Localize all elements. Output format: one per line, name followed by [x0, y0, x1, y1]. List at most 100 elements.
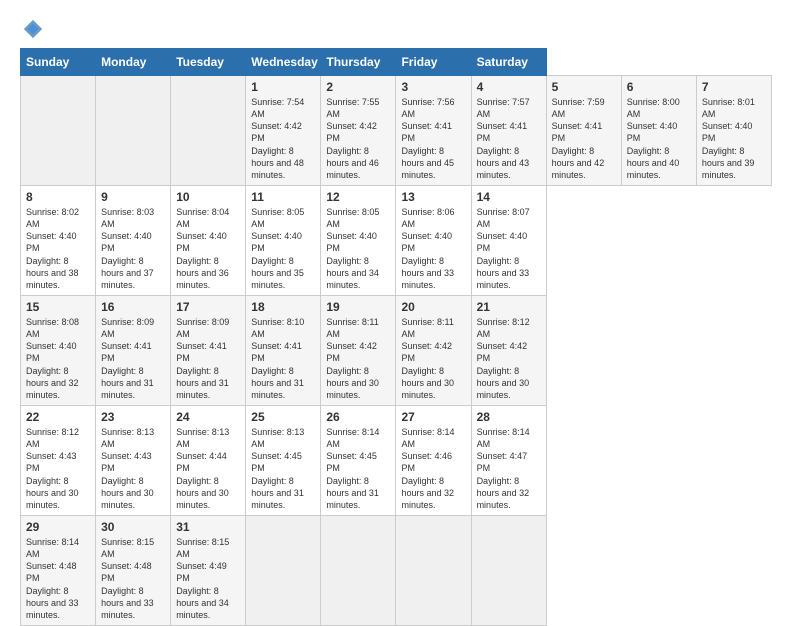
day-cell: 11 Sunrise: 8:05 AMSunset: 4:40 PMDayligh… — [246, 185, 321, 295]
day-number: 13 — [401, 190, 465, 204]
day-cell: 9Sunrise: 8:03 AMSunset: 4:40 PMDaylight… — [96, 185, 171, 295]
day-cell: 1Sunrise: 7:54 AMSunset: 4:42 PMDaylight… — [246, 76, 321, 186]
day-info: Sunrise: 8:13 AMSunset: 4:44 PMDaylight:… — [176, 426, 240, 511]
day-header-tuesday: Tuesday — [171, 49, 246, 76]
calendar-table: SundayMondayTuesdayWednesdayThursdayFrid… — [20, 48, 772, 626]
day-cell: 14 Sunrise: 8:07 AMSunset: 4:40 PMDayligh… — [471, 185, 546, 295]
day-number: 1 — [251, 80, 315, 94]
day-number: 7 — [702, 80, 766, 94]
day-number: 16 — [101, 300, 165, 314]
day-number: 31 — [176, 520, 240, 534]
day-info: Sunrise: 8:11 AMSunset: 4:42 PMDaylight:… — [326, 316, 390, 401]
day-cell: 4Sunrise: 7:57 AMSunset: 4:41 PMDaylight… — [471, 76, 546, 186]
day-cell: 10 Sunrise: 8:04 AMSunset: 4:40 PMDayligh… — [171, 185, 246, 295]
day-number: 24 — [176, 410, 240, 424]
day-info: Sunrise: 7:59 AMSunset: 4:41 PMDaylight:… — [552, 96, 616, 181]
day-info: Sunrise: 8:12 AMSunset: 4:43 PMDaylight:… — [26, 426, 90, 511]
day-cell: 30 Sunrise: 8:15 AMSunset: 4:48 PMDayligh… — [96, 515, 171, 625]
day-info: Sunrise: 8:09 AMSunset: 4:41 PMDaylight:… — [176, 316, 240, 401]
day-cell: 16 Sunrise: 8:09 AMSunset: 4:41 PMDayligh… — [96, 295, 171, 405]
day-cell: 3Sunrise: 7:56 AMSunset: 4:41 PMDaylight… — [396, 76, 471, 186]
day-number: 23 — [101, 410, 165, 424]
day-cell: 19 Sunrise: 8:11 AMSunset: 4:42 PMDayligh… — [321, 295, 396, 405]
day-cell: 5 Sunrise: 7:59 AMSunset: 4:41 PMDaylight… — [546, 76, 621, 186]
day-cell: 17 Sunrise: 8:09 AMSunset: 4:41 PMDayligh… — [171, 295, 246, 405]
day-info: Sunrise: 8:09 AMSunset: 4:41 PMDaylight:… — [101, 316, 165, 401]
day-cell: 7 Sunrise: 8:01 AMSunset: 4:40 PMDaylight… — [696, 76, 771, 186]
day-header-thursday: Thursday — [321, 49, 396, 76]
day-info: Sunrise: 8:07 AMSunset: 4:40 PMDaylight:… — [477, 206, 541, 291]
logo-icon — [22, 18, 44, 40]
day-info: Sunrise: 8:15 AMSunset: 4:48 PMDaylight:… — [101, 536, 165, 621]
day-cell: 28 Sunrise: 8:14 AMSunset: 4:47 PMDayligh… — [471, 405, 546, 515]
day-info: Sunrise: 8:11 AMSunset: 4:42 PMDaylight:… — [401, 316, 465, 401]
day-cell — [321, 515, 396, 625]
day-number: 6 — [627, 80, 691, 94]
day-number: 12 — [326, 190, 390, 204]
day-info: Sunrise: 8:14 AMSunset: 4:47 PMDaylight:… — [477, 426, 541, 511]
day-info: Sunrise: 8:08 AMSunset: 4:40 PMDaylight:… — [26, 316, 90, 401]
day-info: Sunrise: 8:12 AMSunset: 4:42 PMDaylight:… — [477, 316, 541, 401]
day-cell: 2Sunrise: 7:55 AMSunset: 4:42 PMDaylight… — [321, 76, 396, 186]
day-cell — [246, 515, 321, 625]
day-number: 17 — [176, 300, 240, 314]
day-cell — [471, 515, 546, 625]
day-number: 22 — [26, 410, 90, 424]
day-cell: 29 Sunrise: 8:14 AMSunset: 4:48 PMDayligh… — [21, 515, 96, 625]
day-cell: 22 Sunrise: 8:12 AMSunset: 4:43 PMDayligh… — [21, 405, 96, 515]
day-cell — [96, 76, 171, 186]
day-info: Sunrise: 8:04 AMSunset: 4:40 PMDaylight:… — [176, 206, 240, 291]
week-row-2: 8 Sunrise: 8:02 AMSunset: 4:40 PMDaylight… — [21, 185, 772, 295]
day-cell: 24 Sunrise: 8:13 AMSunset: 4:44 PMDayligh… — [171, 405, 246, 515]
day-info: Sunrise: 7:55 AMSunset: 4:42 PMDaylight:… — [326, 96, 390, 181]
day-number: 5 — [552, 80, 616, 94]
day-header-sunday: Sunday — [21, 49, 96, 76]
day-header-saturday: Saturday — [471, 49, 546, 76]
page: SundayMondayTuesdayWednesdayThursdayFrid… — [0, 0, 792, 612]
day-cell: 25 Sunrise: 8:13 AMSunset: 4:45 PMDayligh… — [246, 405, 321, 515]
day-number: 21 — [477, 300, 541, 314]
day-number: 19 — [326, 300, 390, 314]
week-row-4: 22 Sunrise: 8:12 AMSunset: 4:43 PMDayligh… — [21, 405, 772, 515]
day-cell: 18Sunrise: 8:10 AMSunset: 4:41 PMDayligh… — [246, 295, 321, 405]
day-number: 10 — [176, 190, 240, 204]
day-cell — [396, 515, 471, 625]
day-number: 30 — [101, 520, 165, 534]
day-cell: 15 Sunrise: 8:08 AMSunset: 4:40 PMDayligh… — [21, 295, 96, 405]
day-header-monday: Monday — [96, 49, 171, 76]
day-info: Sunrise: 8:10 AMSunset: 4:41 PMDaylight:… — [251, 316, 315, 401]
day-cell: 21 Sunrise: 8:12 AMSunset: 4:42 PMDayligh… — [471, 295, 546, 405]
day-cell — [171, 76, 246, 186]
day-number: 11 — [251, 190, 315, 204]
day-header-wednesday: Wednesday — [246, 49, 321, 76]
day-info: Sunrise: 8:14 AMSunset: 4:46 PMDaylight:… — [401, 426, 465, 511]
day-info: Sunrise: 8:05 AMSunset: 4:40 PMDaylight:… — [251, 206, 315, 291]
day-number: 25 — [251, 410, 315, 424]
day-number: 20 — [401, 300, 465, 314]
day-number: 8 — [26, 190, 90, 204]
day-number: 27 — [401, 410, 465, 424]
day-info: Sunrise: 8:13 AMSunset: 4:45 PMDaylight:… — [251, 426, 315, 511]
header — [20, 18, 772, 40]
day-info: Sunrise: 8:01 AMSunset: 4:40 PMDaylight:… — [702, 96, 766, 181]
day-info: Sunrise: 8:03 AMSunset: 4:40 PMDaylight:… — [101, 206, 165, 291]
day-number: 28 — [477, 410, 541, 424]
day-cell: 27 Sunrise: 8:14 AMSunset: 4:46 PMDayligh… — [396, 405, 471, 515]
day-number: 14 — [477, 190, 541, 204]
day-cell: 13 Sunrise: 8:06 AMSunset: 4:40 PMDayligh… — [396, 185, 471, 295]
day-cell: 23 Sunrise: 8:13 AMSunset: 4:43 PMDayligh… — [96, 405, 171, 515]
day-info: Sunrise: 8:06 AMSunset: 4:40 PMDaylight:… — [401, 206, 465, 291]
week-row-5: 29 Sunrise: 8:14 AMSunset: 4:48 PMDayligh… — [21, 515, 772, 625]
day-number: 26 — [326, 410, 390, 424]
day-info: Sunrise: 8:14 AMSunset: 4:48 PMDaylight:… — [26, 536, 90, 621]
day-header-friday: Friday — [396, 49, 471, 76]
day-number: 15 — [26, 300, 90, 314]
day-cell: 12Sunrise: 8:05 AMSunset: 4:40 PMDayligh… — [321, 185, 396, 295]
day-cell: 26Sunrise: 8:14 AMSunset: 4:45 PMDayligh… — [321, 405, 396, 515]
day-info: Sunrise: 8:13 AMSunset: 4:43 PMDaylight:… — [101, 426, 165, 511]
day-info: Sunrise: 8:15 AMSunset: 4:49 PMDaylight:… — [176, 536, 240, 621]
day-info: Sunrise: 8:02 AMSunset: 4:40 PMDaylight:… — [26, 206, 90, 291]
day-cell: 20 Sunrise: 8:11 AMSunset: 4:42 PMDayligh… — [396, 295, 471, 405]
day-number: 29 — [26, 520, 90, 534]
day-info: Sunrise: 7:56 AMSunset: 4:41 PMDaylight:… — [401, 96, 465, 181]
